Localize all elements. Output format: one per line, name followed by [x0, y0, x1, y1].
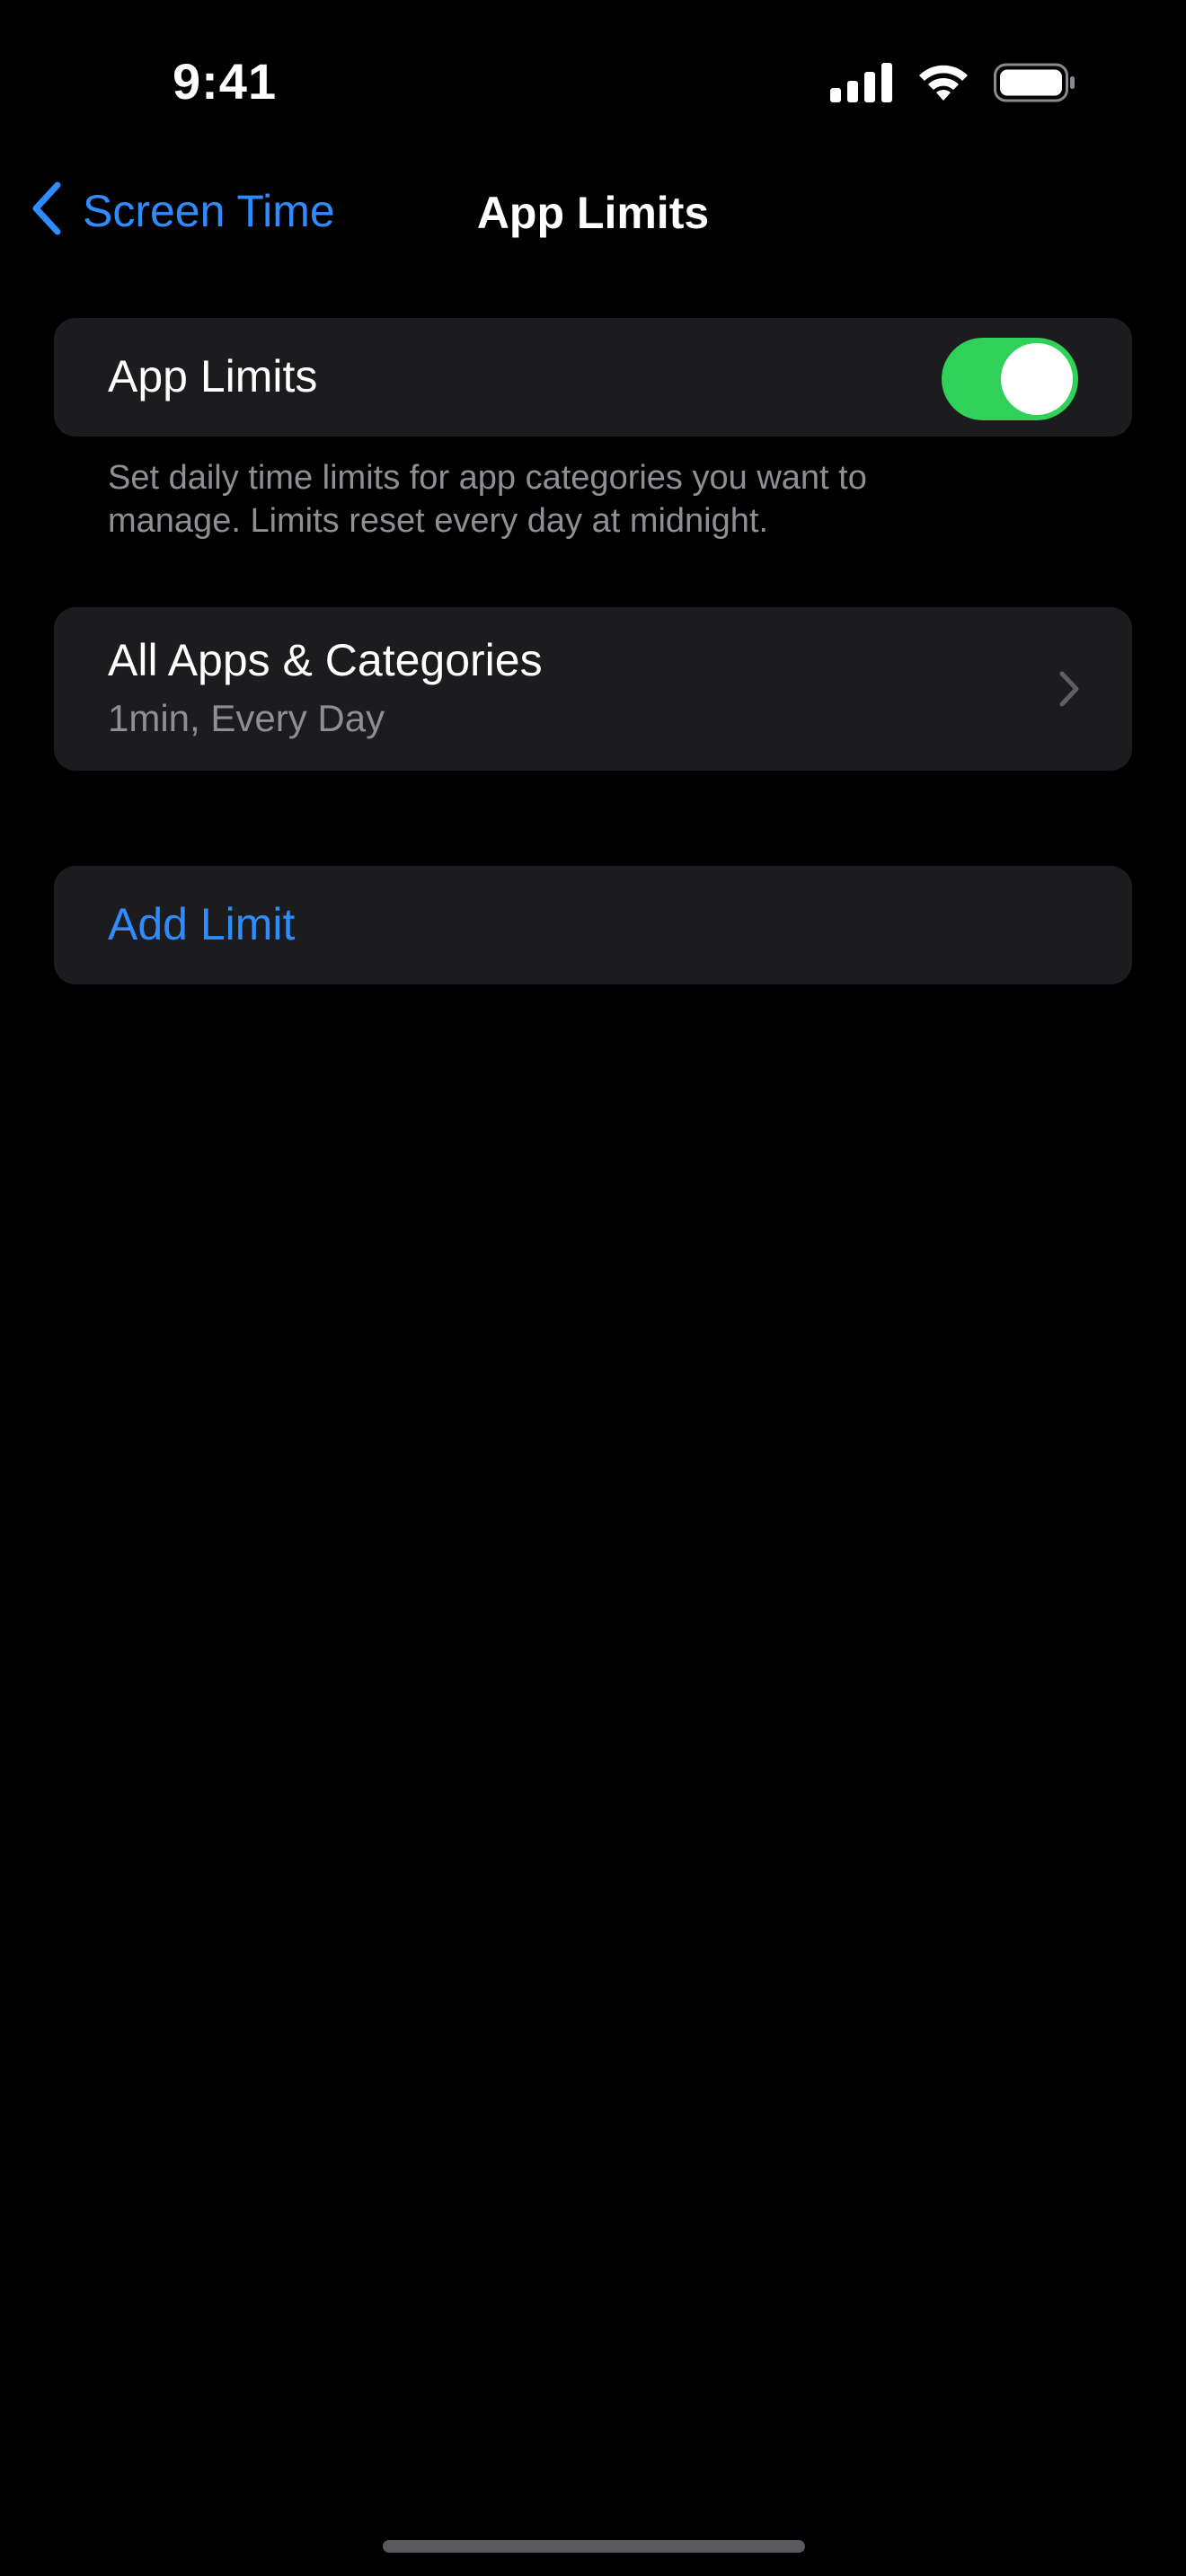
limit-title: All Apps & Categories: [108, 635, 543, 685]
status-icons: [830, 63, 1076, 102]
home-indicator: [383, 2540, 805, 2553]
add-limit-label: Add Limit: [108, 899, 296, 949]
battery-icon: [994, 63, 1076, 102]
page-title: App Limits: [476, 188, 710, 238]
limit-subtitle: 1min, Every Day: [108, 697, 385, 739]
navigation-bar: Screen Time App Limits: [0, 171, 1186, 251]
status-time: 9:41: [173, 53, 278, 110]
app-limits-toggle-cell: App Limits: [54, 318, 1132, 437]
app-limits-footer: Set daily time limits for app categories…: [108, 459, 867, 540]
status-bar: 9:41: [0, 0, 1186, 162]
signal-icon: [830, 63, 893, 102]
toggle-knob: [1001, 343, 1073, 415]
wifi-icon: [916, 63, 970, 102]
limit-row-all-apps[interactable]: All Apps & Categories 1min, Every Day: [54, 607, 1132, 771]
chevron-right-icon: [1058, 670, 1080, 712]
add-limit-button[interactable]: Add Limit: [54, 866, 1132, 984]
app-limits-label: App Limits: [108, 351, 318, 401]
app-limits-toggle[interactable]: [942, 338, 1078, 420]
